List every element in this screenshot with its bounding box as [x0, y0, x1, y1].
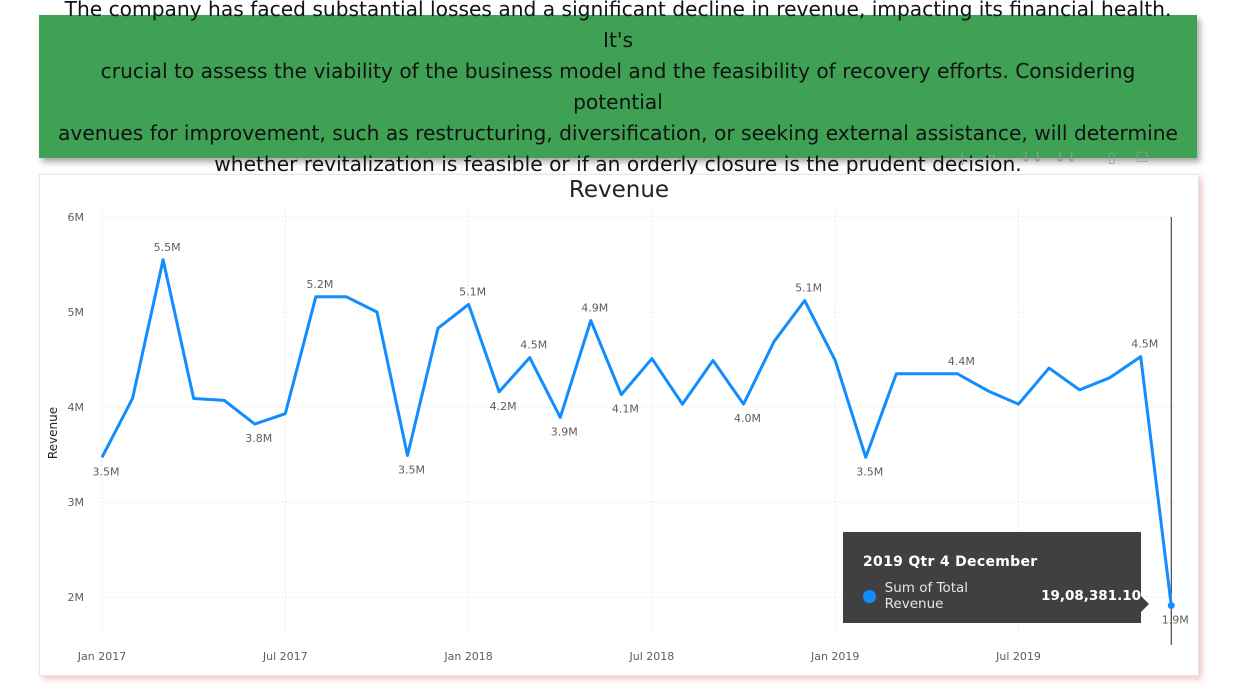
highlighted-point: [1167, 602, 1175, 610]
data-label: 4.0M: [734, 412, 761, 425]
tooltip-title: 2019 Qtr 4 December: [863, 554, 1038, 570]
summary-line: crucial to assess the viability of the b…: [100, 58, 1136, 114]
data-label: 5.2M: [306, 278, 333, 291]
summary-line: avenues for improvement, such as restruc…: [58, 120, 1178, 145]
data-label: 4.2M: [490, 400, 517, 413]
data-label: 3.8M: [245, 432, 272, 445]
summary-line: whether revitalization is feasible or if…: [214, 151, 1022, 176]
y-tick-label: 5M: [68, 306, 85, 319]
x-tick-label: Jul 2017: [262, 650, 308, 663]
data-label: 3.5M: [398, 463, 425, 476]
x-tick-label: Jul 2018: [629, 650, 675, 663]
focus-mode-icon[interactable]: ☐: [1136, 150, 1149, 166]
data-label: 4.9M: [581, 302, 608, 315]
tooltip-value: 19,08,381.10: [1041, 588, 1141, 604]
data-label: 3.5M: [856, 465, 883, 478]
data-label: 1.9M: [1162, 614, 1189, 627]
y-tick-label: 2M: [68, 591, 85, 604]
data-label: 3.9M: [551, 425, 578, 438]
data-label: 5.1M: [795, 282, 822, 295]
filter-icon[interactable]: ▯: [1108, 150, 1116, 166]
x-axis-ticks: Jan 2017 Jul 2017 Jan 2018 Jul 2018 Jan 2019…: [77, 650, 1041, 663]
x-tick-label: Jan 2017: [77, 650, 126, 663]
drill-down-icon[interactable]: ▿: [988, 150, 995, 166]
tooltip-series-label: Sum of Total Revenue: [884, 580, 969, 612]
summary-line: The company has faced substantial losses…: [64, 0, 1172, 52]
y-axis-title: Revenue: [46, 407, 60, 459]
data-label: 4.4M: [948, 355, 975, 368]
data-label: 5.1M: [459, 285, 486, 298]
visual-header-toolbar: | ▿ ↓↓ ↓↓ ▯ ☐: [950, 150, 1170, 171]
data-label: 5.5M: [154, 241, 181, 254]
y-tick-label: 3M: [68, 496, 85, 509]
x-tick-label: Jan 2019: [810, 650, 859, 663]
expand-hierarchy-icon[interactable]: ↓↓: [1054, 150, 1077, 166]
tooltip-row: Sum of Total Revenue 19,08,381.10: [863, 580, 1141, 612]
series-color-dot: [863, 589, 876, 603]
summary-banner: The company has faced substantial losses…: [39, 0, 1197, 176]
data-label: 4.5M: [520, 339, 547, 352]
data-label: 4.5M: [1131, 338, 1158, 351]
drill-next-level-icon[interactable]: ↓↓: [1020, 150, 1043, 166]
y-axis-ticks: 2M 3M 4M 5M 6M: [68, 211, 85, 604]
data-label: 3.5M: [93, 465, 120, 478]
x-tick-label: Jul 2019: [995, 650, 1041, 663]
x-tick-label: Jan 2018: [443, 650, 492, 663]
y-tick-label: 4M: [68, 401, 85, 414]
data-label: 4.1M: [612, 403, 639, 416]
chart-tooltip: 2019 Qtr 4 December Sum of Total Revenue…: [843, 532, 1149, 623]
y-tick-label: 6M: [68, 211, 85, 224]
chart-title: Revenue: [569, 177, 669, 203]
pin-icon[interactable]: |: [960, 150, 965, 166]
